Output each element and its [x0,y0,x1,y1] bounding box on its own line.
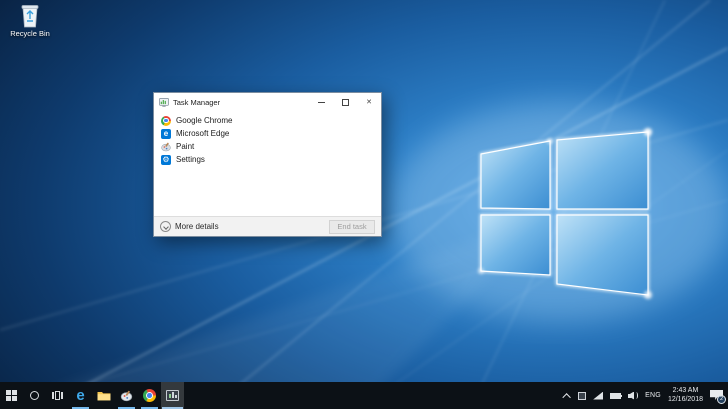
task-manager-app-icon [159,98,169,107]
taskbar-item-chrome[interactable] [138,382,161,409]
recycle-bin-icon[interactable]: Recycle Bin [4,4,56,38]
desktop: Recycle Bin Task Manager ✕ Google Chrome [0,0,728,409]
show-hidden-icons-button[interactable] [565,393,571,399]
more-details-toggle[interactable]: More details [160,221,219,232]
volume-button[interactable] [628,391,638,400]
more-details-label: More details [175,222,219,231]
app-name: Paint [176,142,194,151]
clock-time: 2:43 AM [668,387,703,396]
app-row-microsoft-edge[interactable]: e Microsoft Edge [154,127,381,140]
recycle-bin-label: Recycle Bin [4,29,56,38]
app-row-paint[interactable]: Paint [154,140,381,153]
cortana-search-button[interactable] [23,382,46,409]
taskbar-item-paint[interactable] [115,382,138,409]
paint-icon [161,142,171,152]
running-apps-list: Google Chrome e Microsoft Edge Paint ⚙ S… [154,111,381,216]
maximize-button[interactable] [333,93,357,111]
file-explorer-icon [97,390,111,401]
app-row-google-chrome[interactable]: Google Chrome [154,114,381,127]
action-center-button[interactable]: 2 [710,390,723,401]
settings-icon: ⚙ [161,155,171,165]
clock[interactable]: 2:43 AM 12/16/2018 [668,387,703,404]
chrome-icon [161,116,171,126]
task-manager-titlebar[interactable]: Task Manager ✕ [154,93,381,111]
system-tray: ENG 2:43 AM 12/16/2018 2 [565,382,728,409]
search-icon [30,391,39,400]
battery-button[interactable] [610,393,621,399]
windows-logo-icon [6,390,17,401]
chevron-down-circle-icon [160,221,171,232]
minimize-icon [318,102,325,103]
network-button[interactable] [593,392,603,400]
notification-badge: 2 [717,395,726,404]
taskbar: e [0,382,728,409]
taskbar-item-edge[interactable]: e [69,382,92,409]
close-icon: ✕ [366,99,372,106]
chrome-icon [143,389,156,402]
clock-date: 12/16/2018 [668,396,703,405]
battery-icon [610,393,621,399]
app-name: Microsoft Edge [176,129,229,138]
tray-app-icon [578,392,586,400]
tray-app-button[interactable] [578,392,586,400]
task-manager-footer: More details End task [154,216,381,236]
taskbar-item-task-manager[interactable] [161,382,184,409]
edge-icon: e [76,388,84,403]
task-view-icon [52,391,63,400]
app-name: Settings [176,155,205,164]
task-manager-icon [166,390,179,401]
end-task-button[interactable]: End task [329,220,375,234]
paint-icon [120,390,133,402]
recycle-bin-glyph [19,4,41,28]
chevron-up-icon [563,393,571,401]
minimize-button[interactable] [309,93,333,111]
close-button[interactable]: ✕ [357,93,381,111]
maximize-icon [342,99,349,106]
window-title: Task Manager [173,98,309,107]
app-row-settings[interactable]: ⚙ Settings [154,153,381,166]
task-manager-window: Task Manager ✕ Google Chrome e Microsoft… [153,92,382,237]
start-button[interactable] [0,382,23,409]
app-name: Google Chrome [176,116,232,125]
language-indicator[interactable]: ENG [645,392,661,399]
taskbar-item-file-explorer[interactable] [92,382,115,409]
task-view-button[interactable] [46,382,69,409]
wifi-icon [593,392,603,400]
volume-icon [628,391,638,400]
edge-icon: e [161,129,171,139]
